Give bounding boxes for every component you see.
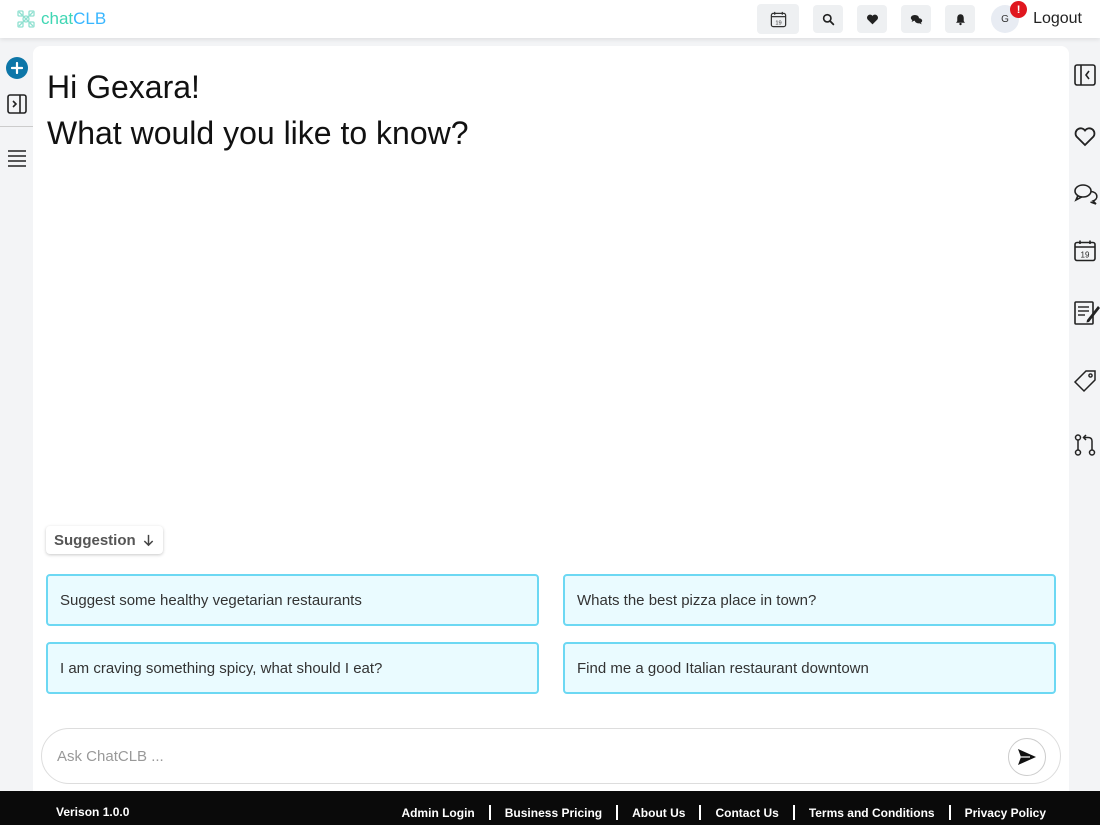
notes-panel-button[interactable] — [1073, 300, 1100, 331]
footer-links: Admin Login Business Pricing About Us Co… — [401, 805, 1046, 820]
version-label: Verison 1.0.0 — [56, 805, 130, 819]
footer-link-about-us[interactable]: About Us — [632, 806, 685, 820]
brand-name: chatCLB — [41, 9, 107, 28]
top-navbar: chatCLB 19 G ! Logout — [0, 0, 1100, 38]
panel-collapse-icon — [1074, 64, 1096, 86]
favorites-panel-button[interactable] — [1073, 125, 1097, 154]
heart-icon — [866, 14, 878, 24]
menu-icon — [8, 150, 26, 167]
footer-link-contact-us[interactable]: Contact Us — [715, 806, 778, 820]
footer-link-business-pricing[interactable]: Business Pricing — [505, 806, 602, 820]
notes-edit-icon — [1074, 301, 1100, 325]
left-sidebar — [0, 46, 33, 791]
brand-logo[interactable]: chatCLB — [16, 9, 106, 29]
footer-divider — [616, 805, 619, 820]
send-button[interactable] — [1008, 738, 1046, 776]
notifications-button[interactable] — [945, 5, 976, 33]
tag-icon — [1073, 370, 1096, 393]
expand-sidebar-button[interactable] — [6, 93, 28, 120]
svg-text:19: 19 — [775, 20, 781, 26]
bell-icon — [955, 13, 965, 25]
compare-panel-button[interactable] — [1073, 433, 1097, 462]
right-sidebar: 19 — [1069, 46, 1100, 791]
panel-expand-icon — [7, 94, 27, 114]
greeting-block: Hi Gexara! What would you like to know? — [47, 64, 469, 156]
logo-icon — [17, 10, 35, 28]
ask-input[interactable] — [57, 747, 997, 765]
calendar-panel-button[interactable]: 19 — [1073, 239, 1097, 268]
topbar-actions: 19 G ! Logout — [743, 1, 1082, 34]
calendar-icon: 19 — [770, 11, 786, 27]
search-button[interactable] — [813, 5, 844, 33]
menu-button[interactable] — [6, 147, 28, 174]
sidebar-divider — [0, 126, 33, 127]
footer-link-privacy-policy[interactable]: Privacy Policy — [965, 806, 1046, 820]
chat-main-panel: Hi Gexara! What would you like to know? … — [33, 46, 1069, 791]
plus-icon — [11, 62, 23, 74]
user-avatar[interactable]: G ! — [991, 1, 1028, 33]
chat-icon — [910, 14, 922, 24]
svg-text:19: 19 — [1081, 251, 1090, 260]
new-chat-button[interactable] — [6, 57, 28, 79]
suggestion-toggle-button[interactable]: Suggestion — [46, 526, 163, 554]
greeting-title: Hi Gexara! — [47, 69, 200, 105]
calendar-outline-icon: 19 — [1074, 240, 1096, 262]
pull-request-icon — [1074, 434, 1096, 456]
chats-button[interactable] — [901, 5, 932, 33]
chat-input-bar — [41, 728, 1061, 784]
tags-panel-button[interactable] — [1073, 369, 1097, 398]
suggestion-card[interactable]: Whats the best pizza place in town? — [563, 574, 1056, 626]
favorites-button[interactable] — [857, 5, 888, 33]
logout-link[interactable]: Logout — [1033, 10, 1082, 28]
suggestion-card[interactable]: Suggest some healthy vegetarian restaura… — [46, 574, 539, 626]
greeting-question: What would you like to know? — [47, 115, 469, 151]
search-icon — [822, 13, 834, 25]
suggestion-label: Suggestion — [54, 531, 136, 549]
suggestion-card[interactable]: Find me a good Italian restaurant downto… — [563, 642, 1056, 694]
footer-divider — [488, 805, 491, 820]
footer-link-admin-login[interactable]: Admin Login — [401, 806, 474, 820]
footer-divider — [699, 805, 702, 820]
footer-divider — [948, 805, 951, 820]
footer-link-terms[interactable]: Terms and Conditions — [809, 806, 935, 820]
chats-panel-button[interactable] — [1073, 182, 1099, 211]
footer: Verison 1.0.0 Admin Login Business Prici… — [0, 791, 1100, 825]
suggestion-card[interactable]: I am craving something spicy, what shoul… — [46, 642, 539, 694]
notification-badge: ! — [1010, 1, 1028, 18]
send-icon — [1018, 749, 1036, 765]
footer-divider — [792, 805, 795, 820]
collapse-panel-button[interactable] — [1073, 63, 1097, 92]
chat-outline-icon — [1074, 184, 1098, 205]
heart-outline-icon — [1074, 127, 1096, 147]
arrow-down-icon — [143, 534, 153, 546]
calendar-button[interactable]: 19 — [757, 4, 800, 34]
